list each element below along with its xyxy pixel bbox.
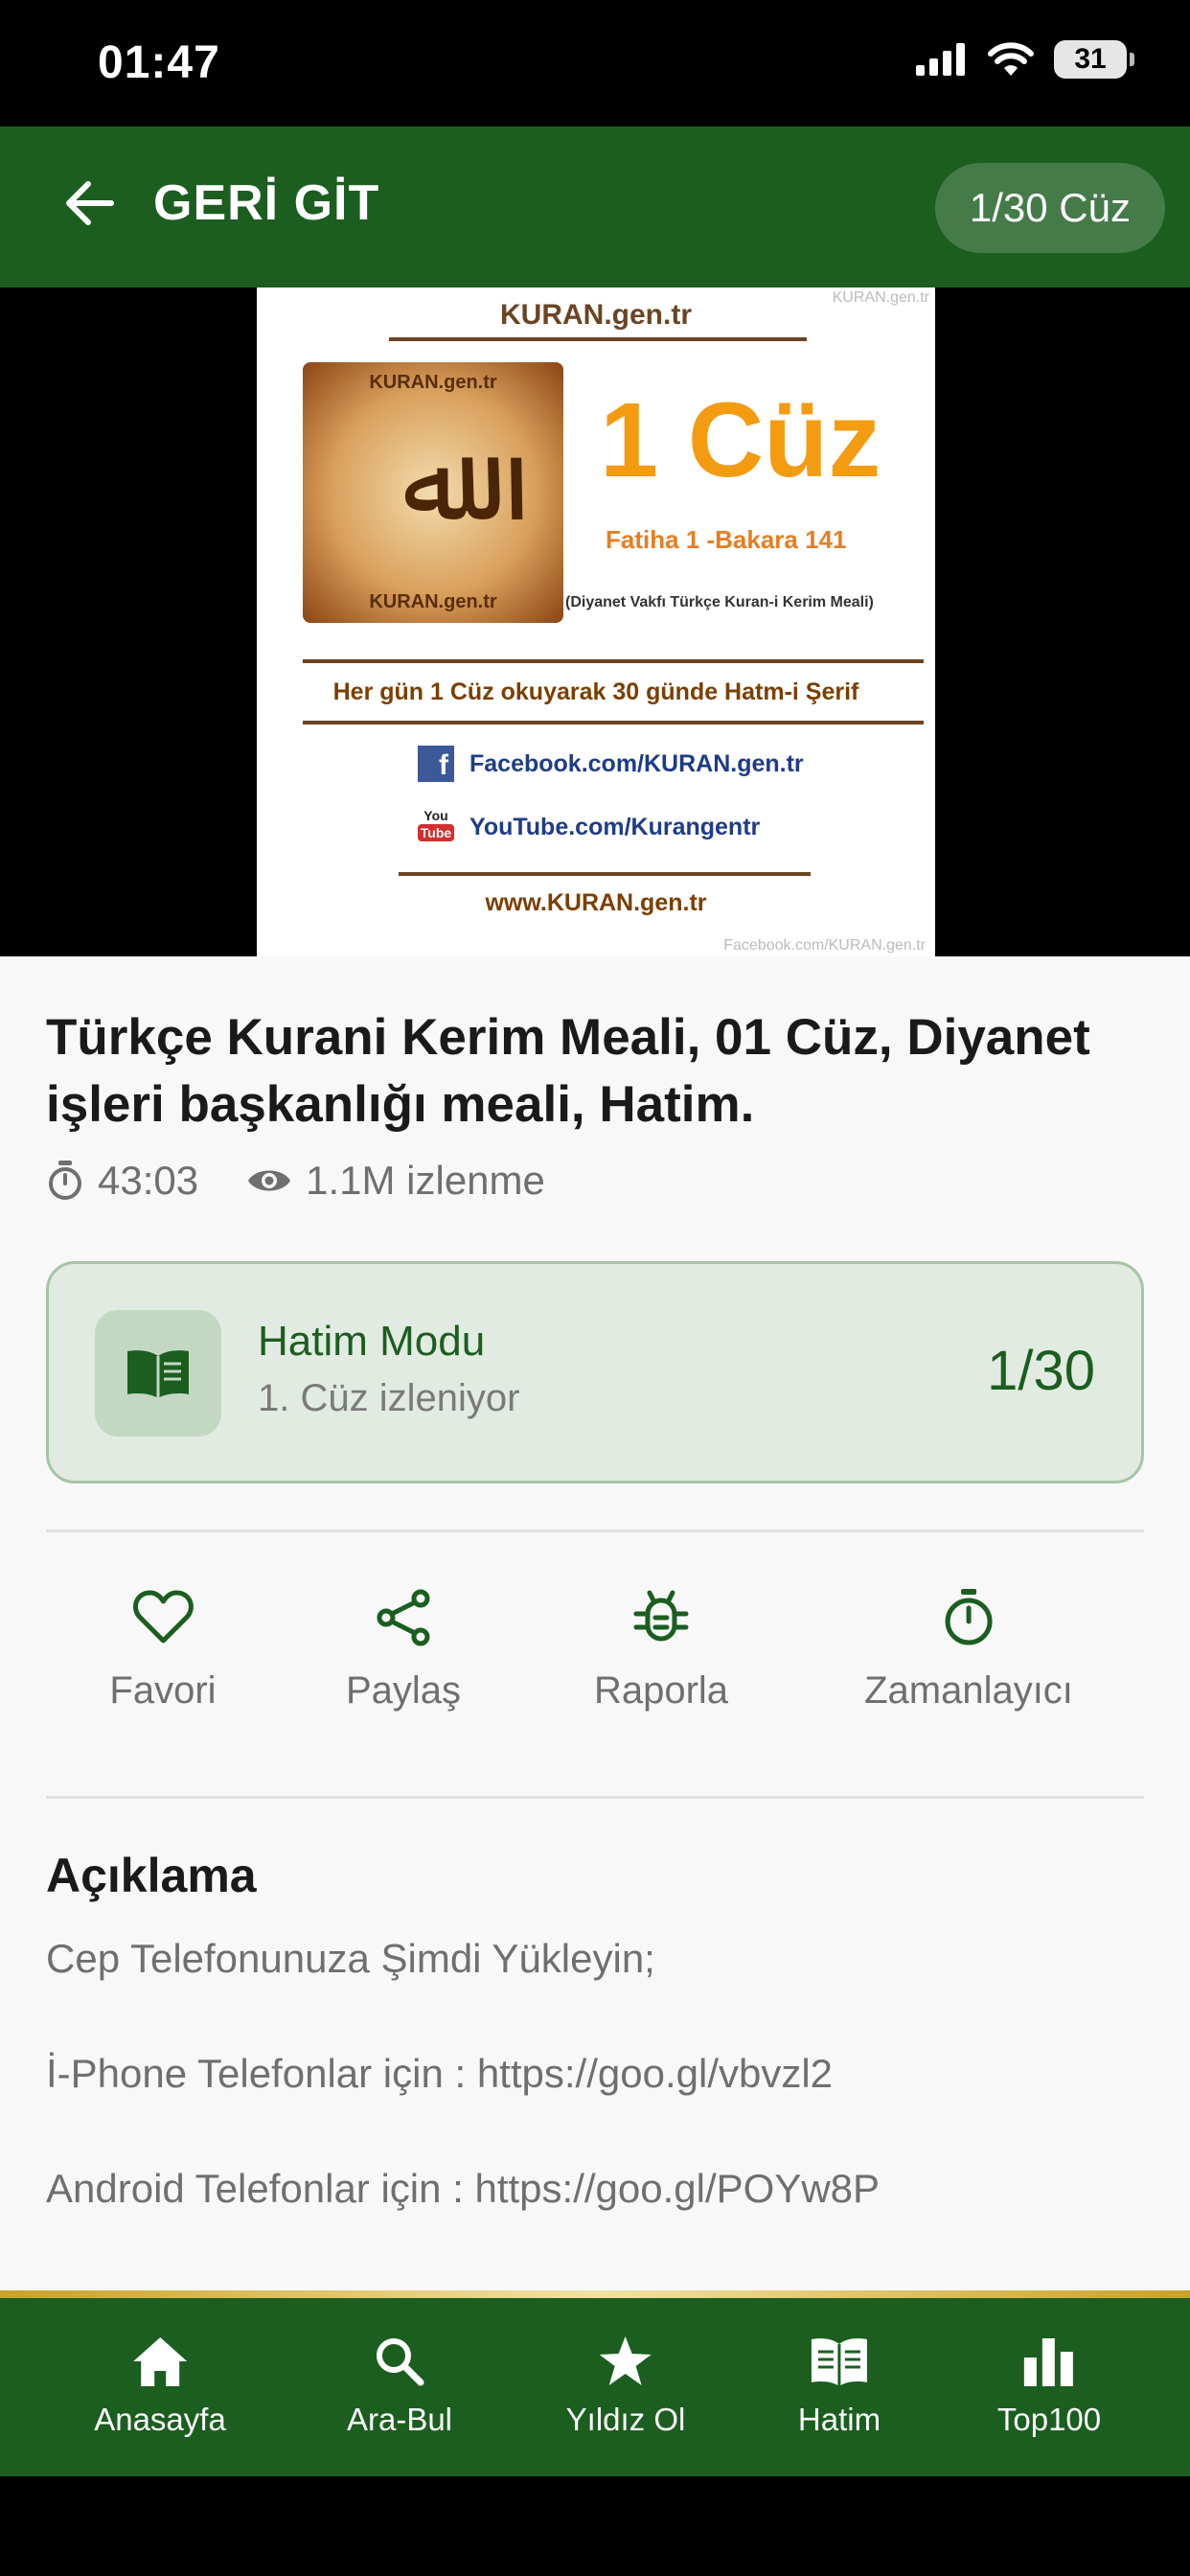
description-line[interactable]: Android Telefonlar için : https://goo.gl… <box>46 2166 880 2212</box>
divider <box>46 1796 1144 1799</box>
report-button[interactable]: Raporla <box>594 1589 728 1713</box>
back-label: GERİ GİT <box>153 175 380 231</box>
youtube-row: You Tube YouTube.com/Kurangentr <box>417 807 761 847</box>
bar-chart-icon <box>1023 2338 1073 2386</box>
favorite-button[interactable]: Favori <box>109 1589 217 1713</box>
nav-item-hatim[interactable]: Hatim <box>798 2334 881 2438</box>
thumbnail-site-bottom: www.KURAN.gen.tr <box>485 889 707 916</box>
cellular-signal-icon <box>916 43 965 76</box>
nav-label-search: Ara-Bul <box>346 2402 453 2437</box>
nav-item-star[interactable]: Yıldız Ol <box>565 2334 686 2438</box>
action-bar: Favori Paylaş Raporla Zamanlayıcı <box>0 1589 1190 1742</box>
description-line: Cep Telefonunuza Şimdi Yükleyin; <box>46 1936 655 1981</box>
timer-button[interactable]: Zamanlayıcı <box>864 1589 1073 1713</box>
hatim-progress: 1/30 <box>987 1340 1095 1402</box>
status-time: 01:47 <box>98 37 220 88</box>
divider-line <box>303 721 924 724</box>
hatim-icon-box <box>95 1310 221 1437</box>
book-icon <box>812 2338 867 2386</box>
stopwatch-icon <box>49 1161 81 1200</box>
nav-accent-line <box>0 2290 1190 2298</box>
facebook-row: f Facebook.com/KURAN.gen.tr <box>418 746 804 782</box>
views: 1.1M izlenme <box>246 1158 545 1204</box>
video-thumbnail: KURAN.gen.tr KURAN.gen.tr KURAN.gen.tr ﷲ… <box>257 288 935 956</box>
share-icon <box>377 1589 430 1646</box>
juz-badge[interactable]: 1/30 Cüz <box>934 163 1165 253</box>
timer-label: Zamanlayıcı <box>864 1669 1073 1712</box>
parchment-top-text: KURAN.gen.tr <box>369 372 497 393</box>
description-line[interactable]: İ-Phone Telefonlar için : https://goo.gl… <box>46 2051 833 2097</box>
share-label: Paylaş <box>345 1669 462 1712</box>
battery-icon: 31 <box>1054 40 1134 79</box>
nav-label-star: Yıldız Ol <box>565 2402 686 2437</box>
share-button[interactable]: Paylaş <box>346 1589 461 1713</box>
hatim-subtitle: 1. Cüz izleniyor <box>258 1377 520 1419</box>
thumbnail-meal-note: (Diyanet Vakfı Türkçe Kuran-i Kerim Meal… <box>565 594 874 610</box>
video-title: Türkçe Kurani Kerim Meali, 01 Cüz, Diyan… <box>46 1009 1090 1133</box>
description-title: Açıklama <box>46 1849 257 1902</box>
divider-line <box>389 337 807 341</box>
nav-label-hatim: Hatim <box>797 2402 881 2437</box>
status-icons: 31 <box>914 40 1134 79</box>
home-indicator-area <box>0 2476 1190 2576</box>
eye-icon <box>248 1170 291 1191</box>
arrow-left-icon <box>66 181 114 225</box>
thumbnail-verse-range: Fatiha 1 -Bakara 141 <box>606 525 847 554</box>
video-details: Türkçe Kurani Kerim Meali, 01 Cüz, Diyan… <box>0 956 1190 2290</box>
timer-icon <box>945 1589 993 1645</box>
star-icon <box>599 2336 652 2385</box>
thumbnail-daily-line: Her gün 1 Cüz okuyarak 30 günde Hatm-i Ş… <box>332 678 859 705</box>
search-icon <box>376 2338 424 2386</box>
nav-item-home[interactable]: Anasayfa <box>94 2334 226 2438</box>
youtube-link: YouTube.com/Kurangentr <box>469 813 761 840</box>
divider <box>46 1530 1144 1532</box>
youtube-logo-you: You <box>423 808 448 823</box>
hatim-title: Hatim Modu <box>258 1318 486 1365</box>
nav-label-home: Anasayfa <box>94 2402 226 2437</box>
watermark-bottom: Facebook.com/KURAN.gen.tr <box>723 937 926 954</box>
report-label: Raporla <box>593 1669 729 1712</box>
video-player[interactable]: KURAN.gen.tr KURAN.gen.tr KURAN.gen.tr ﷲ… <box>0 288 1190 956</box>
favorite-label: Favori <box>109 1669 217 1712</box>
nav-item-search[interactable]: Ara-Bul <box>347 2334 452 2438</box>
thumbnail-title: 1 Cüz <box>600 381 881 499</box>
calligraphy-icon: ﷲ <box>401 422 465 544</box>
divider-line <box>303 659 924 663</box>
open-book-icon <box>127 1350 189 1398</box>
thumbnail-site-top: KURAN.gen.tr <box>500 299 692 331</box>
divider-line <box>399 872 811 876</box>
heart-icon <box>132 1590 194 1644</box>
video-meta: 43:03 1.1M izlenme <box>46 1158 545 1204</box>
parchment-logo: KURAN.gen.tr ﷲ KURAN.gen.tr <box>303 362 563 623</box>
bottom-navigation: Anasayfa Ara-Bul Yıldız Ol Hatim Top100 <box>0 2298 1190 2476</box>
youtube-logo-tube: Tube <box>417 824 455 841</box>
home-icon <box>133 2337 187 2386</box>
nav-item-top100[interactable]: Top100 <box>997 2334 1101 2438</box>
duration: 43:03 <box>46 1158 198 1204</box>
top-app-bar: GERİ GİT 1/30 Cüz <box>0 126 1190 288</box>
wifi-icon <box>988 42 1034 76</box>
hatim-mode-card[interactable]: Hatim Modu 1. Cüz izleniyor 1/30 <box>46 1261 1144 1484</box>
back-button[interactable]: GERİ GİT <box>61 174 379 232</box>
facebook-link: Facebook.com/KURAN.gen.tr <box>469 749 804 777</box>
duration-text: 43:03 <box>98 1158 199 1203</box>
app-screen: 01:47 31 GERİ GİT 1/30 Cüz KURAN.gen.tr … <box>0 0 1190 2576</box>
battery-level: 31 <box>1074 43 1107 75</box>
bug-icon <box>633 1590 689 1642</box>
nav-label-top100: Top100 <box>996 2402 1102 2437</box>
parchment-bottom-text: KURAN.gen.tr <box>369 591 497 612</box>
youtube-icon: You Tube <box>417 807 455 847</box>
views-text: 1.1M izlenme <box>306 1158 545 1203</box>
facebook-icon: f <box>418 746 454 782</box>
status-bar: 01:47 31 <box>0 0 1190 126</box>
